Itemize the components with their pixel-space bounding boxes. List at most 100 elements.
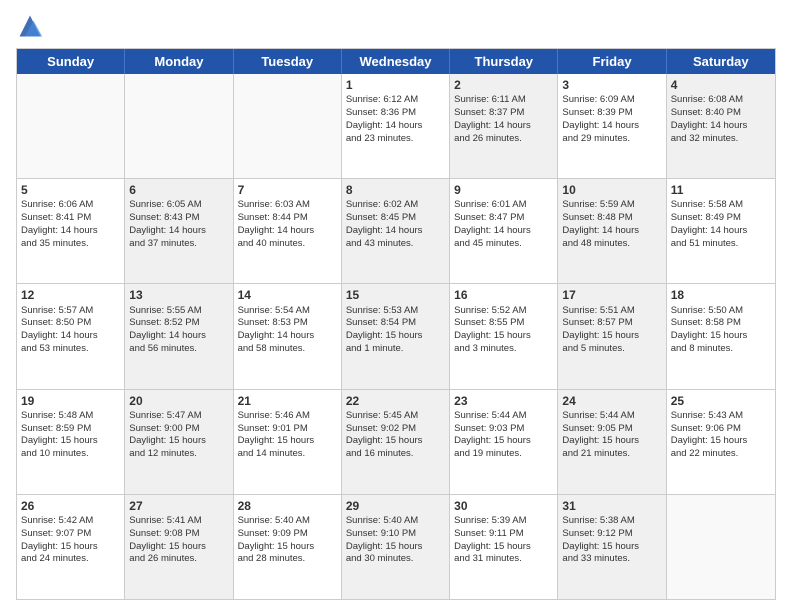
day-number: 6 [129, 182, 228, 198]
calendar-cell: 31Sunrise: 5:38 AM Sunset: 9:12 PM Dayli… [558, 495, 666, 599]
logo-icon [16, 12, 44, 40]
day-number: 29 [346, 498, 445, 514]
header-day-thursday: Thursday [450, 49, 558, 74]
calendar-cell [125, 74, 233, 178]
day-info: Sunrise: 5:38 AM Sunset: 9:12 PM Dayligh… [562, 515, 639, 564]
calendar-body: 1Sunrise: 6:12 AM Sunset: 8:36 PM Daylig… [17, 74, 775, 599]
day-info: Sunrise: 5:50 AM Sunset: 8:58 PM Dayligh… [671, 305, 748, 354]
day-number: 23 [454, 393, 553, 409]
calendar-cell: 25Sunrise: 5:43 AM Sunset: 9:06 PM Dayli… [667, 390, 775, 494]
header-day-wednesday: Wednesday [342, 49, 450, 74]
calendar-cell: 12Sunrise: 5:57 AM Sunset: 8:50 PM Dayli… [17, 284, 125, 388]
day-number: 15 [346, 287, 445, 303]
day-number: 14 [238, 287, 337, 303]
calendar-cell: 7Sunrise: 6:03 AM Sunset: 8:44 PM Daylig… [234, 179, 342, 283]
calendar-cell: 19Sunrise: 5:48 AM Sunset: 8:59 PM Dayli… [17, 390, 125, 494]
calendar-cell: 21Sunrise: 5:46 AM Sunset: 9:01 PM Dayli… [234, 390, 342, 494]
day-info: Sunrise: 6:05 AM Sunset: 8:43 PM Dayligh… [129, 199, 206, 248]
day-number: 2 [454, 77, 553, 93]
calendar-cell: 10Sunrise: 5:59 AM Sunset: 8:48 PM Dayli… [558, 179, 666, 283]
calendar-cell [234, 74, 342, 178]
day-number: 25 [671, 393, 771, 409]
day-info: Sunrise: 5:44 AM Sunset: 9:05 PM Dayligh… [562, 410, 639, 459]
calendar-cell: 15 Sunrise: 5:53 AM Sunset: 8:54 PM Dayli… [342, 284, 450, 388]
day-number: 16 [454, 287, 553, 303]
calendar-cell: 6Sunrise: 6:05 AM Sunset: 8:43 PM Daylig… [125, 179, 233, 283]
calendar-cell: 28Sunrise: 5:40 AM Sunset: 9:09 PM Dayli… [234, 495, 342, 599]
calendar-cell: 24Sunrise: 5:44 AM Sunset: 9:05 PM Dayli… [558, 390, 666, 494]
day-info: Sunrise: 6:11 AM Sunset: 8:37 PM Dayligh… [454, 94, 531, 143]
day-number: 3 [562, 77, 661, 93]
day-info: Sunrise: 5:48 AM Sunset: 8:59 PM Dayligh… [21, 410, 98, 459]
calendar-row-4: 19Sunrise: 5:48 AM Sunset: 8:59 PM Dayli… [17, 390, 775, 495]
day-number: 1 [346, 77, 445, 93]
day-number: 4 [671, 77, 771, 93]
day-number: 9 [454, 182, 553, 198]
header [16, 12, 776, 40]
day-info: Sunrise: 6:06 AM Sunset: 8:41 PM Dayligh… [21, 199, 98, 248]
calendar-cell: 5Sunrise: 6:06 AM Sunset: 8:41 PM Daylig… [17, 179, 125, 283]
calendar-cell [17, 74, 125, 178]
calendar-row-2: 5Sunrise: 6:06 AM Sunset: 8:41 PM Daylig… [17, 179, 775, 284]
calendar-cell: 30Sunrise: 5:39 AM Sunset: 9:11 PM Dayli… [450, 495, 558, 599]
day-number: 18 [671, 287, 771, 303]
calendar-cell: 26Sunrise: 5:42 AM Sunset: 9:07 PM Dayli… [17, 495, 125, 599]
day-number: 13 [129, 287, 228, 303]
calendar-cell: 23Sunrise: 5:44 AM Sunset: 9:03 PM Dayli… [450, 390, 558, 494]
day-info: Sunrise: 5:55 AM Sunset: 8:52 PM Dayligh… [129, 305, 206, 354]
day-info: Sunrise: 5:41 AM Sunset: 9:08 PM Dayligh… [129, 515, 206, 564]
day-info: Sunrise: 6:09 AM Sunset: 8:39 PM Dayligh… [562, 94, 639, 143]
day-info: Sunrise: 5:45 AM Sunset: 9:02 PM Dayligh… [346, 410, 423, 459]
day-number: 12 [21, 287, 120, 303]
calendar-cell: 1Sunrise: 6:12 AM Sunset: 8:36 PM Daylig… [342, 74, 450, 178]
calendar-cell: 2Sunrise: 6:11 AM Sunset: 8:37 PM Daylig… [450, 74, 558, 178]
day-number: 28 [238, 498, 337, 514]
day-info: Sunrise: 5:52 AM Sunset: 8:55 PM Dayligh… [454, 305, 531, 354]
calendar-row-3: 12Sunrise: 5:57 AM Sunset: 8:50 PM Dayli… [17, 284, 775, 389]
calendar-cell: 9Sunrise: 6:01 AM Sunset: 8:47 PM Daylig… [450, 179, 558, 283]
calendar-cell: 29Sunrise: 5:40 AM Sunset: 9:10 PM Dayli… [342, 495, 450, 599]
calendar-cell: 18 Sunrise: 5:50 AM Sunset: 8:58 PM Dayli… [667, 284, 775, 388]
day-number: 24 [562, 393, 661, 409]
calendar: SundayMondayTuesdayWednesdayThursdayFrid… [16, 48, 776, 600]
day-info: Sunrise: 6:02 AM Sunset: 8:45 PM Dayligh… [346, 199, 423, 248]
header-day-sunday: Sunday [17, 49, 125, 74]
page: SundayMondayTuesdayWednesdayThursdayFrid… [0, 0, 792, 612]
calendar-cell: 4Sunrise: 6:08 AM Sunset: 8:40 PM Daylig… [667, 74, 775, 178]
calendar-cell: 14Sunrise: 5:54 AM Sunset: 8:53 PM Dayli… [234, 284, 342, 388]
day-number: 8 [346, 182, 445, 198]
day-info: Sunrise: 5:40 AM Sunset: 9:10 PM Dayligh… [346, 515, 423, 564]
day-number: 22 [346, 393, 445, 409]
calendar-header: SundayMondayTuesdayWednesdayThursdayFrid… [17, 49, 775, 74]
day-info: Sunrise: 5:44 AM Sunset: 9:03 PM Dayligh… [454, 410, 531, 459]
calendar-cell: 20Sunrise: 5:47 AM Sunset: 9:00 PM Dayli… [125, 390, 233, 494]
calendar-row-1: 1Sunrise: 6:12 AM Sunset: 8:36 PM Daylig… [17, 74, 775, 179]
day-number: 5 [21, 182, 120, 198]
calendar-cell: 3Sunrise: 6:09 AM Sunset: 8:39 PM Daylig… [558, 74, 666, 178]
calendar-cell: 11Sunrise: 5:58 AM Sunset: 8:49 PM Dayli… [667, 179, 775, 283]
calendar-cell: 27Sunrise: 5:41 AM Sunset: 9:08 PM Dayli… [125, 495, 233, 599]
day-number: 30 [454, 498, 553, 514]
calendar-cell: 17Sunrise: 5:51 AM Sunset: 8:57 PM Dayli… [558, 284, 666, 388]
day-info: Sunrise: 5:53 AM Sunset: 8:54 PM Dayligh… [346, 305, 423, 354]
calendar-cell [667, 495, 775, 599]
calendar-cell: 13 Sunrise: 5:55 AM Sunset: 8:52 PM Dayli… [125, 284, 233, 388]
day-info: Sunrise: 5:59 AM Sunset: 8:48 PM Dayligh… [562, 199, 639, 248]
header-day-monday: Monday [125, 49, 233, 74]
day-info: Sunrise: 6:12 AM Sunset: 8:36 PM Dayligh… [346, 94, 423, 143]
calendar-cell: 22Sunrise: 5:45 AM Sunset: 9:02 PM Dayli… [342, 390, 450, 494]
day-info: Sunrise: 6:08 AM Sunset: 8:40 PM Dayligh… [671, 94, 748, 143]
day-info: Sunrise: 5:43 AM Sunset: 9:06 PM Dayligh… [671, 410, 748, 459]
day-number: 10 [562, 182, 661, 198]
day-info: Sunrise: 5:47 AM Sunset: 9:00 PM Dayligh… [129, 410, 206, 459]
day-info: Sunrise: 5:46 AM Sunset: 9:01 PM Dayligh… [238, 410, 315, 459]
calendar-row-5: 26Sunrise: 5:42 AM Sunset: 9:07 PM Dayli… [17, 495, 775, 599]
day-number: 19 [21, 393, 120, 409]
header-day-tuesday: Tuesday [234, 49, 342, 74]
header-day-saturday: Saturday [667, 49, 775, 74]
day-number: 11 [671, 182, 771, 198]
day-info: Sunrise: 5:58 AM Sunset: 8:49 PM Dayligh… [671, 199, 748, 248]
day-number: 21 [238, 393, 337, 409]
day-number: 17 [562, 287, 661, 303]
day-number: 7 [238, 182, 337, 198]
